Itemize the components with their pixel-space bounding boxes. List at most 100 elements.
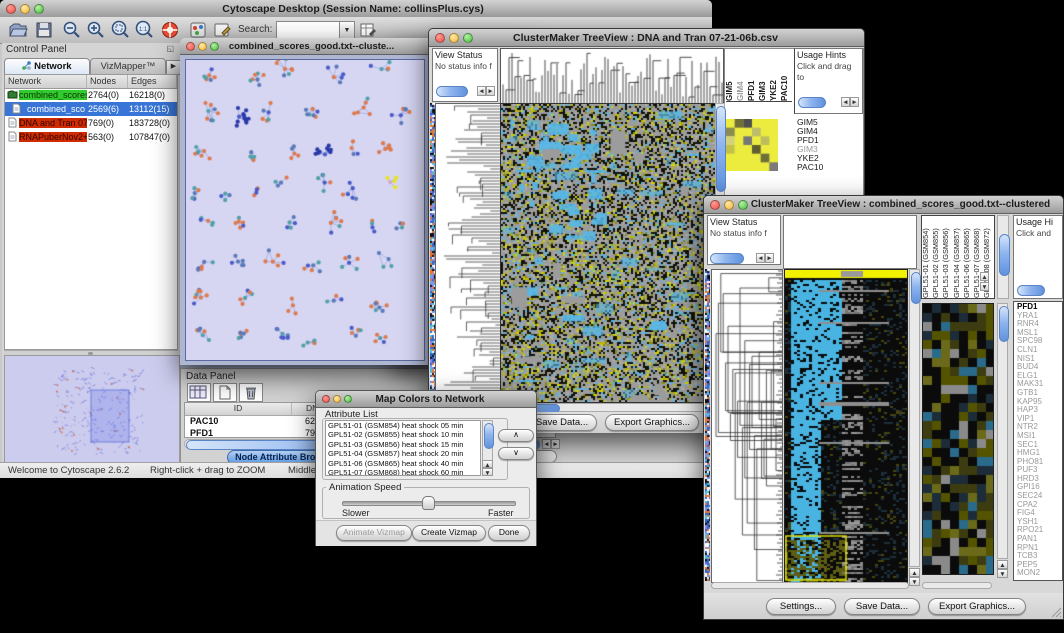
scroll-up-icon[interactable]: ▲ bbox=[482, 460, 493, 468]
scroll-right-icon[interactable]: ► bbox=[765, 253, 774, 263]
network-list-item[interactable]: DNA and Tran 07769(0)183728(0) bbox=[5, 116, 177, 130]
birdseye-view-canvas[interactable] bbox=[4, 355, 180, 463]
annotation-icon[interactable] bbox=[212, 20, 232, 40]
open-folder-icon[interactable] bbox=[8, 20, 28, 40]
tv2-heatmap-canvas[interactable] bbox=[784, 269, 908, 583]
network-list-item[interactable]: combined_sco2569(6)13112(15) bbox=[5, 102, 177, 116]
minimize-button[interactable] bbox=[20, 4, 30, 14]
zoom-actual-icon[interactable]: 1:1 bbox=[134, 20, 154, 40]
attribute-list-item[interactable]: GPL51-04 (GSM857) heat shock 20 min bbox=[328, 449, 480, 458]
tv2-zoom-hscrollbar[interactable] bbox=[922, 582, 992, 589]
scroll-left-icon[interactable]: ◄ bbox=[756, 253, 765, 263]
scroll-left-icon[interactable]: ◄ bbox=[841, 97, 850, 107]
zoom-button[interactable] bbox=[463, 33, 473, 43]
scroll-right-icon[interactable]: ► bbox=[850, 97, 859, 107]
tv2-collabel-vscrollbar[interactable] bbox=[997, 215, 1009, 299]
zoom-out-icon[interactable] bbox=[62, 20, 82, 40]
slider-thumb[interactable] bbox=[422, 496, 435, 510]
attribute-list-item[interactable]: GPL51-06 (GSM865) heat shock 40 min bbox=[328, 459, 480, 468]
gene-label[interactable]: MON2 bbox=[1017, 569, 1062, 578]
scroll-right-icon[interactable]: ► bbox=[486, 86, 495, 96]
tv2-save-data-button[interactable]: Save Data... bbox=[844, 598, 920, 615]
new-attribute-icon[interactable] bbox=[213, 383, 237, 402]
scroll-left-icon[interactable]: ◄ bbox=[477, 86, 486, 96]
tv2-column-label[interactable]: GPL51-03 (GSM856) bbox=[942, 216, 952, 298]
tv1-heatmap-canvas[interactable] bbox=[500, 103, 716, 403]
network-col-header[interactable]: Network bbox=[5, 75, 87, 88]
zoom-in-icon[interactable] bbox=[86, 20, 106, 40]
tv2-zoom-heatmap-canvas[interactable] bbox=[922, 303, 994, 575]
scroll-up-icon[interactable]: ▲ bbox=[980, 272, 989, 281]
network-view-canvas[interactable] bbox=[185, 59, 425, 361]
network-list-item[interactable]: combined_scores2764(0)16218(0) bbox=[5, 88, 177, 102]
tv1-status-scroll-thumb[interactable] bbox=[436, 86, 468, 97]
zoom-selected-icon[interactable] bbox=[110, 20, 130, 40]
scroll-down-icon[interactable]: ▼ bbox=[482, 468, 493, 476]
minimize-button[interactable] bbox=[198, 42, 207, 51]
attribute-list-item[interactable]: GPL51-02 (GSM855) heat shock 10 min bbox=[328, 430, 480, 439]
minimize-button[interactable] bbox=[724, 200, 734, 210]
animate-vizmap-button[interactable]: Animate Vizmap bbox=[336, 525, 412, 541]
tv1-row-label[interactable]: PAC10 bbox=[797, 163, 863, 172]
network-col-header[interactable]: Nodes bbox=[87, 75, 128, 88]
close-button[interactable] bbox=[435, 33, 445, 43]
tv2-gene-labels[interactable]: PFD1YRA1RNR4MSL1SPC98CLN1NIS1BUD4ELG1MAK… bbox=[1013, 301, 1063, 581]
tv1-row-labels[interactable]: GIM5GIM4PFD1GIM3YKE2PAC10 bbox=[795, 118, 863, 172]
scroll-down-icon[interactable]: ▼ bbox=[909, 577, 920, 586]
tv2-status-scroll-thumb[interactable] bbox=[710, 253, 744, 264]
network-col-header[interactable]: Edges bbox=[128, 75, 177, 88]
vizmap-palette-icon[interactable] bbox=[188, 20, 208, 40]
tv1-zoom-matrix-canvas[interactable] bbox=[726, 119, 778, 171]
more-tabs-button[interactable]: ▶ bbox=[166, 60, 181, 75]
move-attribute-up-button[interactable]: ∧ bbox=[498, 429, 534, 442]
minimize-button[interactable] bbox=[449, 33, 459, 43]
tv2-global-strip[interactable] bbox=[705, 269, 710, 581]
tv2-settings-button[interactable]: Settings... bbox=[766, 598, 836, 615]
tv1-row-dendrogram[interactable] bbox=[435, 103, 501, 403]
attribute-list-item[interactable]: GPL51-07 (GSM868) heat shock 60 min bbox=[328, 468, 480, 476]
tv1-column-labels[interactable]: GIM5GIM4PFD1GIM3YKE2PAC10 bbox=[726, 49, 792, 102]
scroll-up-icon[interactable]: ▲ bbox=[909, 568, 920, 577]
tv2-row-dendrogram[interactable] bbox=[711, 269, 783, 583]
attribute-editor-icon[interactable] bbox=[358, 20, 378, 40]
tv2-zoom-vscrollbar[interactable] bbox=[997, 303, 1008, 559]
scroll-left-icon[interactable]: ◄ bbox=[542, 439, 551, 449]
close-button[interactable] bbox=[322, 395, 330, 403]
zoom-button[interactable] bbox=[210, 42, 219, 51]
tv1-save-data-button[interactable]: Save Data... bbox=[527, 414, 597, 431]
scroll-down-icon[interactable]: ▼ bbox=[997, 569, 1008, 578]
scroll-down-icon[interactable]: ▼ bbox=[980, 282, 989, 291]
done-button[interactable]: Done bbox=[488, 525, 530, 541]
tv2-export-graphics-button[interactable]: Export Graphics... bbox=[928, 598, 1026, 615]
create-vizmap-button[interactable]: Create Vizmap bbox=[412, 525, 486, 541]
tv1-hints-scroll-thumb[interactable] bbox=[798, 97, 826, 108]
help-ring-icon[interactable] bbox=[160, 20, 180, 40]
zoom-button[interactable] bbox=[344, 395, 352, 403]
float-panel-icon[interactable]: ◱ bbox=[166, 44, 174, 53]
scroll-right-icon[interactable]: ► bbox=[551, 439, 560, 449]
delete-attribute-icon[interactable] bbox=[239, 383, 263, 402]
attribute-list-item[interactable]: GPL51-01 (GSM854) heat shock 05 min bbox=[328, 421, 480, 430]
close-button[interactable] bbox=[6, 4, 16, 14]
tv1-export-graphics-button[interactable]: Export Graphics... bbox=[605, 414, 699, 431]
tv2-hscrollbar[interactable] bbox=[711, 582, 909, 589]
tv2-vscrollbar[interactable] bbox=[909, 269, 920, 567]
zoom-button[interactable] bbox=[738, 200, 748, 210]
select-attributes-icon[interactable] bbox=[187, 383, 211, 402]
tv1-column-dendrogram[interactable] bbox=[500, 48, 724, 104]
col-header-id[interactable]: ID bbox=[185, 403, 292, 415]
zoom-button[interactable] bbox=[34, 4, 44, 14]
network-list-item[interactable]: RNAPuberNov2+1563(0)107847(0) bbox=[5, 130, 177, 144]
close-button[interactable] bbox=[186, 42, 195, 51]
minimize-button[interactable] bbox=[333, 395, 341, 403]
main-titlebar[interactable]: Cytoscape Desktop (Session Name: collins… bbox=[0, 0, 712, 18]
tv2-hints-scroll-thumb[interactable] bbox=[1017, 285, 1045, 296]
attribute-list[interactable]: GPL51-01 (GSM854) heat shock 05 minGPL51… bbox=[325, 420, 481, 476]
tv1-column-label[interactable]: PAC10 bbox=[781, 49, 792, 101]
attribute-list-item[interactable]: GPL51-03 (GSM856) heat shock 15 min bbox=[328, 440, 480, 449]
scroll-up-icon[interactable]: ▲ bbox=[997, 560, 1008, 569]
search-input[interactable] bbox=[276, 21, 340, 39]
close-button[interactable] bbox=[710, 200, 720, 210]
resize-grip[interactable] bbox=[1050, 606, 1062, 618]
save-icon[interactable] bbox=[34, 20, 54, 40]
